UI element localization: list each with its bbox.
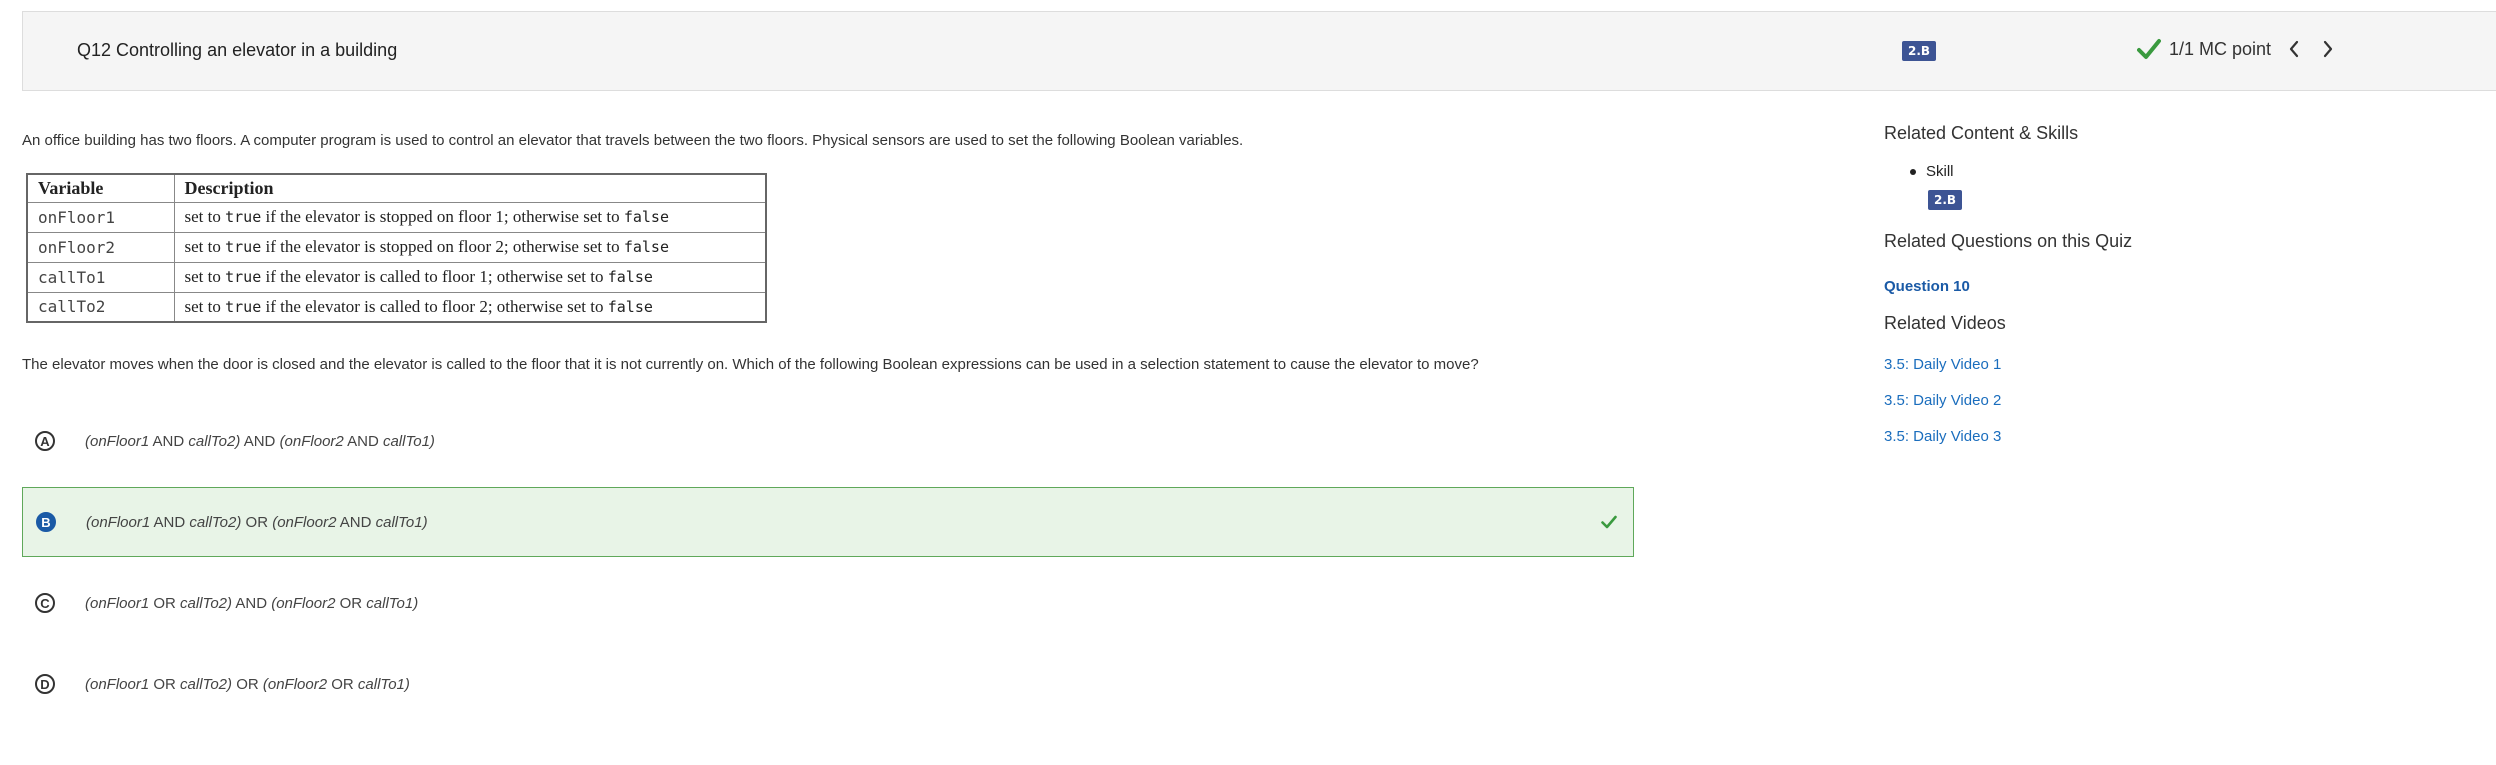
video-link[interactable]: 3.5: Daily Video 3 — [1884, 428, 2001, 445]
video-link[interactable]: 3.5: Daily Video 1 — [1884, 356, 2001, 373]
variable-name: callTo2 — [26, 291, 175, 323]
choice-d[interactable]: D (onFloor1 OR callTo2) OR (onFloor2 OR … — [22, 649, 1634, 719]
question-header: Q12 Controlling an elevator in a buildin… — [22, 11, 2496, 91]
question-prompt: The elevator moves when the door is clos… — [22, 356, 1479, 373]
question-title: Q12 Controlling an elevator in a buildin… — [77, 40, 398, 60]
column-header-description: Description — [173, 173, 767, 203]
bullet-icon — [1910, 168, 1916, 175]
table-row: callTo2 set to true if the elevator is c… — [26, 291, 767, 323]
variable-name: callTo1 — [26, 261, 175, 293]
skill-label: Skill — [1926, 163, 1954, 180]
related-videos-heading: Related Videos — [1884, 313, 2006, 333]
variable-description: set to true if the elevator is stopped o… — [173, 231, 767, 263]
chevron-right-icon — [2323, 40, 2333, 58]
correct-check-icon — [1601, 515, 1617, 529]
choice-text-b: (onFloor1 AND callTo2) OR (onFloor2 AND … — [86, 513, 428, 531]
check-icon — [2137, 39, 2161, 59]
related-question-link[interactable]: Question 10 — [1884, 278, 1970, 295]
variable-description: set to true if the elevator is stopped o… — [173, 201, 767, 233]
page: Q12 Controlling an elevator in a buildin… — [0, 0, 2496, 765]
chevron-left-icon — [2289, 40, 2299, 58]
table-row: callTo1 set to true if the elevator is c… — [26, 261, 767, 293]
choice-a[interactable]: A (onFloor1 AND callTo2) AND (onFloor2 A… — [22, 406, 1634, 476]
choice-text-d: (onFloor1 OR callTo2) OR (onFloor2 OR ca… — [85, 675, 410, 693]
video-link[interactable]: 3.5: Daily Video 2 — [1884, 392, 2001, 409]
choice-text-c: (onFloor1 OR callTo2) AND (onFloor2 OR c… — [85, 594, 419, 612]
sidebar-skill-badge[interactable]: 2.B — [1928, 190, 1963, 210]
choice-letter-d: D — [35, 674, 55, 694]
column-header-variable: Variable — [26, 173, 175, 203]
choice-c[interactable]: C (onFloor1 OR callTo2) AND (onFloor2 OR… — [22, 568, 1634, 638]
related-questions-heading: Related Questions on this Quiz — [1884, 231, 2133, 251]
skill-badge: 2.B — [1902, 41, 1937, 61]
choice-text-a: (onFloor1 AND callTo2) AND (onFloor2 AND… — [85, 432, 435, 450]
choice-letter-a: A — [35, 431, 55, 451]
points-text: 1/1 MC point — [2169, 38, 2272, 59]
variable-description: set to true if the elevator is called to… — [173, 291, 767, 323]
table-row: onFloor2 set to true if the elevator is … — [26, 231, 767, 263]
skill-list-item: Skill — [1910, 163, 1954, 180]
table-header-row: Variable Description — [26, 173, 767, 203]
variable-name: onFloor1 — [26, 201, 175, 233]
points-area: 1/1 MC point — [2137, 38, 2339, 60]
variable-table: Variable Description onFloor1 set to tru… — [26, 173, 767, 323]
previous-question-button[interactable] — [2283, 38, 2305, 60]
choice-letter-b: B — [36, 512, 56, 532]
table-row: onFloor1 set to true if the elevator is … — [26, 201, 767, 233]
related-content-heading: Related Content & Skills — [1884, 123, 2079, 143]
question-stem: An office building has two floors. A com… — [22, 132, 1244, 149]
choice-b[interactable]: B (onFloor1 AND callTo2) OR (onFloor2 AN… — [22, 487, 1634, 557]
variable-name: onFloor2 — [26, 231, 175, 263]
variable-description: set to true if the elevator is called to… — [173, 261, 767, 293]
next-question-button[interactable] — [2317, 38, 2339, 60]
choice-letter-c: C — [35, 593, 55, 613]
